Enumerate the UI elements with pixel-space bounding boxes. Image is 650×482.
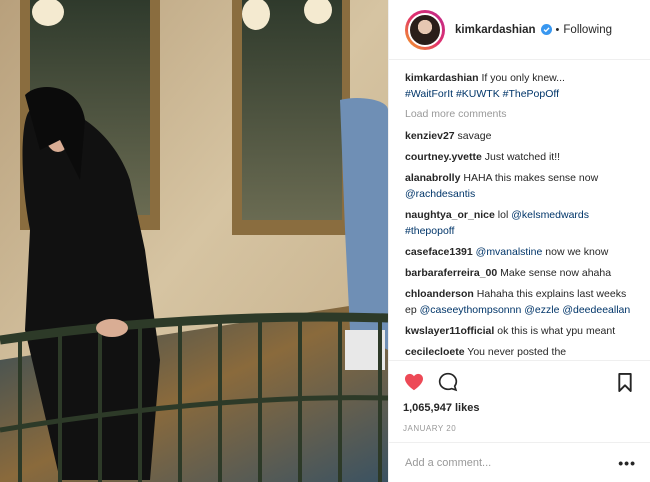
verified-badge-icon — [540, 24, 552, 35]
like-button[interactable] — [403, 371, 425, 393]
caption-text: If you only knew... — [481, 72, 565, 84]
comment-item: naughtya_or_nice lol @kelsmedwards #thep… — [405, 207, 634, 239]
instagram-post: kimkardashian • Following kimkardashian … — [0, 0, 650, 482]
comment-text: savage — [457, 130, 492, 142]
post-header: kimkardashian • Following — [389, 0, 650, 60]
comment-item: kwslayer11official ok this is what ypu m… — [405, 323, 634, 339]
action-row — [403, 369, 636, 395]
comment-item: caseface1391 @mvanalstine now we know — [405, 244, 634, 260]
caption-hashtags[interactable]: #WaitForIt #KUWTK #ThePopOff — [405, 88, 559, 100]
comment-username[interactable]: cecilecloete — [405, 346, 465, 358]
comment-username[interactable]: chloanderson — [405, 288, 474, 300]
comment-mention[interactable]: @caseeythompsonnn @ezzle @deedeeallan — [420, 304, 631, 316]
header-username[interactable]: kimkardashian — [455, 24, 536, 36]
comment-text: You never posted the — [467, 346, 567, 358]
save-button[interactable] — [614, 371, 636, 393]
comment-text: Just watched it!! — [484, 151, 561, 163]
load-more-comments-button[interactable]: Load more comments — [405, 106, 634, 122]
post-actions: 1,065,947 likes JANUARY 20 — [389, 360, 650, 442]
avatar-image — [408, 12, 442, 47]
comment-button[interactable] — [437, 371, 459, 393]
comment-username[interactable]: caseface1391 — [405, 246, 473, 258]
likes-count[interactable]: 1,065,947 likes — [403, 402, 636, 414]
comment-username[interactable]: alanabrolly — [405, 172, 460, 184]
comment-item: courtney.yvette Just watched it!! — [405, 149, 634, 165]
caption: kimkardashian If you only knew... #WaitF… — [405, 70, 634, 102]
add-comment-input[interactable] — [405, 456, 619, 469]
post-date: JANUARY 20 — [403, 424, 457, 433]
comments-list[interactable]: kimkardashian If you only knew... #WaitF… — [389, 60, 650, 360]
more-options-icon[interactable]: ••• — [618, 455, 636, 471]
bookmark-icon — [618, 372, 632, 392]
comment-text: HAHA this makes sense now — [463, 172, 599, 184]
photo-illustration — [0, 0, 388, 482]
post-side-panel: kimkardashian • Following kimkardashian … — [388, 0, 650, 482]
comment-item: cecilecloete You never posted the — [405, 344, 634, 360]
comment-text: now we know — [545, 246, 609, 258]
comment-icon — [438, 372, 458, 392]
avatar[interactable] — [405, 9, 445, 50]
following-button[interactable]: Following — [563, 24, 612, 36]
comment-item: alanabrolly HAHA this makes sense now @r… — [405, 170, 634, 202]
header-separator: • — [555, 23, 560, 36]
add-comment-bar: ••• — [389, 442, 650, 482]
comment-text: lol — [497, 209, 509, 221]
comment-item: chloanderson Hahaha this explains last w… — [405, 286, 634, 318]
comment-username[interactable]: kwslayer11official — [405, 325, 494, 337]
heart-icon — [405, 373, 423, 391]
comment-username[interactable]: kenziev27 — [405, 130, 455, 142]
comment-username[interactable]: courtney.yvette — [405, 151, 482, 163]
comment-item: barbaraferreira_00 Make sense now ahaha — [405, 265, 634, 281]
comment-mention[interactable]: @mvanalstine — [476, 246, 543, 258]
comment-mention[interactable]: @rachdesantis — [405, 188, 475, 200]
post-photo[interactable] — [0, 0, 388, 482]
comment-username[interactable]: barbaraferreira_00 — [405, 267, 497, 279]
comment-text: Make sense now ahaha — [500, 267, 612, 279]
comment-text: ok this is what ypu meant — [497, 325, 616, 337]
comment-username[interactable]: naughtya_or_nice — [405, 209, 495, 221]
caption-username[interactable]: kimkardashian — [405, 72, 479, 84]
comment-item: kenziev27 savage — [405, 128, 634, 144]
